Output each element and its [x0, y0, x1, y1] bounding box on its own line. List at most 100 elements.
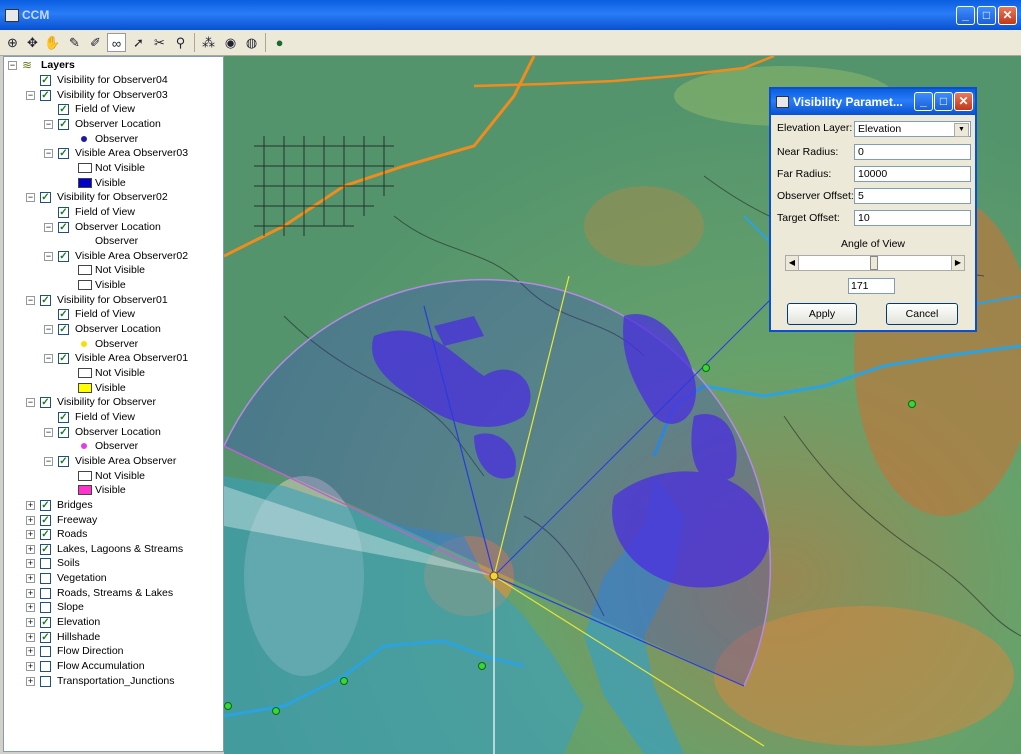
collapse-icon[interactable]: −	[26, 90, 35, 100]
layer-checkbox[interactable]: ✓	[40, 192, 51, 204]
layer-row[interactable]: Visible	[4, 176, 223, 190]
expand-icon[interactable]: +	[26, 530, 35, 540]
layer-checkbox[interactable]: ✓	[58, 104, 69, 116]
layer-checkbox[interactable]: ✓	[40, 499, 51, 511]
layer-checkbox[interactable]: ✓	[58, 426, 69, 438]
expand-icon[interactable]: +	[26, 632, 35, 642]
collapse-icon[interactable]: −	[44, 456, 53, 466]
layer-row[interactable]: + ✓ Freeway	[4, 513, 223, 527]
layer-row[interactable]: Not Visible	[4, 263, 223, 277]
collapse-icon[interactable]: −	[44, 149, 53, 159]
layer-row[interactable]: − ✓ Visibility for Observer02	[4, 190, 223, 204]
layer-checkbox[interactable]: ✓	[58, 221, 69, 233]
layer-row[interactable]: Observer	[4, 337, 223, 351]
layer-row[interactable]: + ✓ Hillshade	[4, 630, 223, 644]
layer-row[interactable]: + Flow Direction	[4, 644, 223, 658]
expand-icon[interactable]: +	[26, 544, 35, 554]
elevation-layer-select[interactable]: Elevation ▼	[854, 121, 971, 137]
expand-icon[interactable]: +	[26, 647, 35, 657]
layer-checkbox[interactable]: ✓	[40, 75, 51, 86]
maximize-button[interactable]: □	[977, 6, 996, 25]
binoculars-icon[interactable]: ∞	[107, 33, 126, 52]
layer-checkbox[interactable]	[40, 573, 51, 585]
layer-row[interactable]: Visible	[4, 381, 223, 395]
layer-checkbox[interactable]	[40, 661, 51, 672]
layer-checkbox[interactable]: ✓	[58, 411, 69, 423]
hand-icon[interactable]: ✋	[43, 33, 62, 52]
chevron-down-icon[interactable]: ▼	[954, 123, 969, 137]
globe-edit-icon[interactable]: ◍	[242, 33, 261, 52]
layer-row[interactable]: − ✓ Visible Area Observer	[4, 454, 223, 468]
cancel-button[interactable]: Cancel	[886, 303, 958, 325]
select-tool-icon[interactable]: ✂	[150, 33, 169, 52]
expand-icon[interactable]: +	[26, 603, 35, 613]
layer-checkbox[interactable]: ✓	[58, 206, 69, 218]
collapse-icon[interactable]: −	[44, 325, 53, 335]
collapse-icon[interactable]: −	[44, 222, 53, 232]
layer-row[interactable]: + ✓ Bridges	[4, 498, 223, 512]
arrow-tool-icon[interactable]: ➚	[129, 33, 148, 52]
expand-icon[interactable]: +	[26, 574, 35, 584]
angle-of-view-input[interactable]: 171	[848, 278, 895, 294]
layer-row[interactable]: + Vegetation	[4, 571, 223, 585]
layer-checkbox[interactable]: ✓	[58, 455, 69, 467]
collapse-icon[interactable]: −	[44, 427, 53, 437]
close-button[interactable]: ✕	[998, 6, 1017, 25]
expand-icon[interactable]: +	[26, 515, 35, 525]
layer-checkbox[interactable]: ✓	[40, 529, 51, 541]
layer-checkbox[interactable]	[40, 587, 51, 599]
dialog-minimize-button[interactable]: _	[914, 92, 933, 111]
layer-row[interactable]: − ✓ Visible Area Observer03	[4, 146, 223, 160]
layer-checkbox[interactable]	[40, 558, 51, 570]
layer-row[interactable]: ✓ Field of View	[4, 307, 223, 321]
layer-row[interactable]: Observer	[4, 234, 223, 248]
layer-row[interactable]: Not Visible	[4, 161, 223, 175]
layer-row[interactable]: + ✓ Elevation	[4, 615, 223, 629]
layer-row[interactable]: ✓ Field of View	[4, 102, 223, 116]
slider-left-arrow-icon[interactable]: ◀	[786, 256, 799, 270]
observer-icon[interactable]: ⚲	[171, 33, 190, 52]
expand-icon[interactable]: +	[26, 676, 35, 686]
minimize-button[interactable]: _	[956, 6, 975, 25]
collapse-icon[interactable]: −	[44, 251, 53, 261]
layer-checkbox[interactable]: ✓	[58, 309, 69, 321]
layer-row[interactable]: − ✓ Observer Location	[4, 322, 223, 336]
layer-checkbox[interactable]: ✓	[58, 250, 69, 262]
identify-icon[interactable]: ✎	[65, 33, 84, 52]
layer-checkbox[interactable]: ✓	[40, 631, 51, 643]
layer-row[interactable]: + Soils	[4, 556, 223, 570]
layer-row[interactable]: − ✓ Observer Location	[4, 117, 223, 131]
world-icon[interactable]: ●	[270, 33, 289, 52]
layer-row[interactable]: Not Visible	[4, 469, 223, 483]
layer-row[interactable]: − ✓ Visibility for Observer01	[4, 293, 223, 307]
layer-row[interactable]: − ✓ Visible Area Observer01	[4, 351, 223, 365]
layer-checkbox[interactable]	[40, 646, 51, 658]
angle-of-view-slider[interactable]: ◀ ▶	[785, 255, 965, 271]
layer-checkbox[interactable]: ✓	[58, 353, 69, 365]
collapse-icon[interactable]: −	[26, 398, 35, 408]
dialog-maximize-button[interactable]: □	[934, 92, 953, 111]
layer-row[interactable]: ✓ Visibility for Observer04	[4, 73, 223, 87]
layer-row[interactable]: + Slope	[4, 600, 223, 614]
layers-root[interactable]: − ≋ Layers	[4, 58, 223, 72]
target-offset-input[interactable]: 10	[854, 210, 971, 226]
expand-icon[interactable]: +	[26, 662, 35, 671]
layer-checkbox[interactable]: ✓	[58, 118, 69, 130]
expand-icon[interactable]: +	[26, 500, 35, 510]
observer-offset-input[interactable]: 5	[854, 188, 971, 204]
layer-row[interactable]: − ✓ Visibility for Observer03	[4, 88, 223, 102]
layer-checkbox[interactable]: ✓	[40, 514, 51, 526]
layer-row[interactable]: + Transportation_Junctions	[4, 674, 223, 688]
layer-checkbox[interactable]: ✓	[58, 324, 69, 336]
collapse-icon[interactable]: −	[44, 119, 53, 129]
collapse-icon[interactable]: −	[26, 295, 35, 305]
dialog-close-button[interactable]: ✕	[954, 92, 973, 111]
layer-row[interactable]: Visible	[4, 483, 223, 497]
layer-row[interactable]: + ✓ Roads	[4, 527, 223, 541]
layer-checkbox[interactable]	[40, 675, 51, 687]
layer-checkbox[interactable]: ✓	[40, 543, 51, 555]
collapse-icon[interactable]: −	[44, 354, 53, 364]
pan-icon[interactable]: ✥	[23, 33, 42, 52]
network-icon[interactable]: ⁂	[199, 33, 218, 52]
layer-row[interactable]: Observer	[4, 439, 223, 453]
